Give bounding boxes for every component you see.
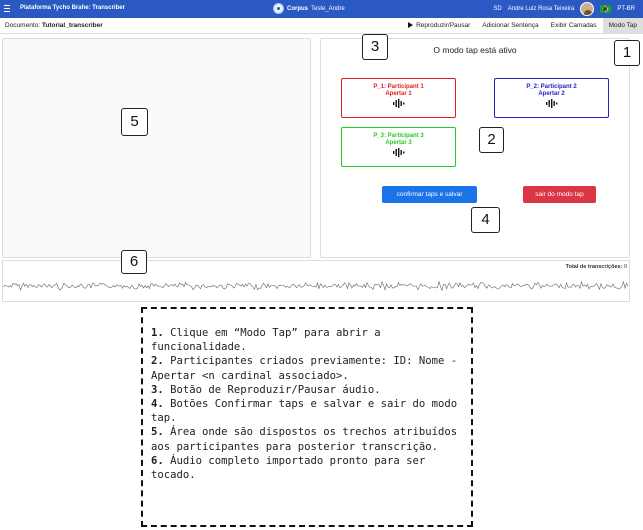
participant-name: P_2: Participant 2 (526, 84, 577, 90)
legend-number: 3. (151, 383, 164, 396)
legend-number: 5. (151, 426, 164, 439)
user-name[interactable]: Andre Luiz Rosa Teixeira (508, 6, 575, 12)
legend-number: 2. (151, 355, 164, 368)
play-pause-label: Reproduzir/Pausar (416, 22, 471, 29)
tap-mode-button[interactable]: Modo Tap (602, 18, 643, 33)
legend-item-5: 5. Área onde são dispostos os trechos at… (151, 425, 471, 453)
add-sentence-button[interactable]: Adicionar Sentença (476, 18, 544, 33)
brazil-flag-icon[interactable] (600, 5, 612, 13)
document-label: Documento: (5, 22, 41, 29)
legend-number: 1. (151, 327, 164, 339)
legend-text: Áudio completo importado pronto para ser… (151, 454, 426, 482)
legend-number: 6. (151, 454, 164, 467)
legend-item-3: 3. Botão de Reproduzir/Pausar áudio. (151, 383, 471, 397)
app-brand[interactable]: Plataforma Tycho Brahe: Transcriber (20, 5, 125, 11)
participant-button-2[interactable]: P_2: Participant 2 Apertar 2 (494, 78, 609, 118)
participant-key: Apertar 1 (385, 91, 412, 97)
play-pause-button[interactable]: Reproduzir/Pausar (402, 18, 476, 33)
participant-name: P_3: Participant 3 (373, 133, 424, 139)
corpus-label: Corpus (287, 5, 308, 12)
document-name: Tutorial_transcriber (41, 22, 103, 29)
segments-area (2, 38, 311, 258)
callout-5: 5 (121, 108, 148, 136)
show-layers-button[interactable]: Exibir Camadas (545, 18, 603, 33)
callout-1: 1 (614, 40, 640, 66)
legend-text: Botões Confirmar taps e salvar e sair do… (151, 398, 458, 425)
exit-tap-mode-button[interactable]: sair do modo tap (523, 186, 596, 203)
user-area: SD Andre Luiz Rosa Teixeira PT-BR (493, 2, 635, 16)
corpus-selector[interactable]: Corpus Teste_Andre (273, 3, 345, 14)
language-label[interactable]: PT-BR (617, 6, 635, 12)
total-transcriptions-value: 0 (623, 264, 627, 270)
audio-wave-icon (392, 99, 404, 108)
participant-key: Apertar 2 (538, 91, 565, 97)
hamburger-menu-icon[interactable] (4, 5, 10, 13)
avatar[interactable] (580, 2, 595, 16)
legend-item-2: 2. Participantes criados previamente: ID… (151, 354, 471, 382)
user-initials: SD (493, 6, 502, 12)
confirm-taps-button[interactable]: confirmar taps e salvar (382, 186, 477, 203)
participant-key: Apertar 3 (385, 140, 412, 146)
legend-text: Clique em “Modo Tap” para abrir a funcio… (151, 327, 381, 354)
legend-box: 1. Clique em “Modo Tap” para abrir a fun… (141, 307, 473, 527)
legend-text: Área onde são dispostos os trechos atrib… (151, 426, 458, 453)
audio-wave-icon (545, 99, 557, 108)
participant-button-3[interactable]: P_3: Participant 3 Apertar 3 (341, 127, 456, 167)
callout-2: 2 (479, 127, 504, 153)
audio-waveform[interactable]: Total de transcrições: 0 (2, 260, 630, 302)
toolbar: Reproduzir/Pausar Adicionar Sentença Exi… (402, 18, 643, 33)
callout-4: 4 (471, 207, 500, 233)
legend-item-4: 4. Botões Confirmar taps e salvar e sair… (151, 397, 471, 425)
legend-text: Participantes criados previamente: ID: N… (151, 355, 458, 382)
total-transcriptions-label: Total de transcrições: (565, 264, 623, 270)
audio-wave-icon (392, 148, 404, 157)
legend-item-6: 6. Áudio completo importado pronto para … (151, 454, 471, 482)
play-icon (408, 21, 414, 28)
participant-name: P_1: Participant 1 (373, 84, 424, 90)
callout-6: 6 (121, 250, 147, 274)
total-transcriptions: Total de transcrições: 0 (566, 264, 627, 270)
legend-item-1: 1. Clique em “Modo Tap” para abrir a fun… (151, 326, 471, 354)
waveform-graphic (3, 280, 629, 292)
top-navbar: Plataforma Tycho Brahe: Transcriber Corp… (0, 0, 643, 18)
callout-3: 3 (362, 34, 388, 60)
corpus-icon (273, 3, 284, 14)
participant-button-1[interactable]: P_1: Participant 1 Apertar 1 (341, 78, 456, 118)
document-bar: Documento: Tutorial_transcriber Reproduz… (0, 18, 643, 34)
document-title: Documento: Tutorial_transcriber (5, 22, 103, 29)
legend-text: Botão de Reproduzir/Pausar áudio. (163, 383, 381, 396)
corpus-name: Teste_Andre (311, 5, 345, 12)
legend-number: 4. (151, 398, 164, 411)
